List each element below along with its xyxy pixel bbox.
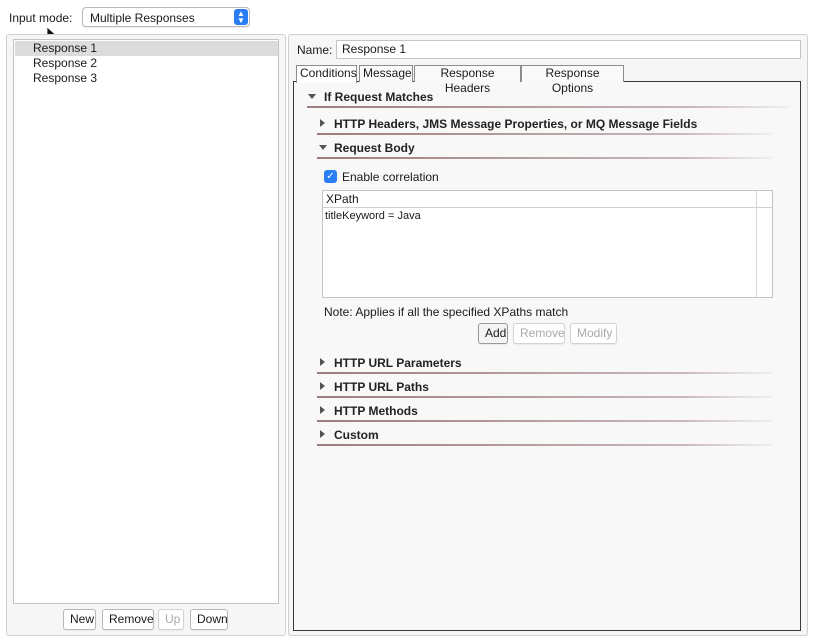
http-headers-heading[interactable]: HTTP Headers, JMS Message Properties, or… <box>334 117 697 131</box>
modify-xpath-button[interactable]: Modify <box>570 323 617 344</box>
name-label: Name: <box>297 43 333 57</box>
request-body-heading[interactable]: Request Body <box>334 141 415 155</box>
responses-list[interactable]: Response 1 Response 2 Response 3 <box>13 39 279 604</box>
expand-triangle-icon[interactable] <box>320 430 325 438</box>
section-divider <box>317 372 772 374</box>
input-mode-value: Multiple Responses <box>90 11 195 25</box>
if-request-matches-heading[interactable]: If Request Matches <box>324 90 433 104</box>
select-stepper-icon: ▲ ▼ <box>234 9 248 25</box>
input-mode-label: Input mode: <box>9 11 73 25</box>
custom-heading[interactable]: Custom <box>334 428 379 442</box>
http-url-parameters-heading[interactable]: HTTP URL Parameters <box>334 356 462 370</box>
expand-triangle-icon[interactable] <box>320 382 325 390</box>
new-button[interactable]: New <box>63 609 96 630</box>
table-row[interactable]: titleKeyword = Java <box>325 209 421 223</box>
column-separator <box>756 191 757 297</box>
xpath-note: Note: Applies if all the specified XPath… <box>324 305 569 319</box>
list-item-response-1[interactable]: Response 1 <box>15 41 278 56</box>
up-button[interactable]: Up <box>158 609 184 630</box>
remove-response-button[interactable]: Remove <box>102 609 154 630</box>
tab-response-options[interactable]: Response Options <box>521 65 624 95</box>
http-url-paths-heading[interactable]: HTTP URL Paths <box>334 380 429 394</box>
remove-xpath-button[interactable]: Remove <box>513 323 565 344</box>
xpath-table[interactable]: XPath titleKeyword = Java <box>322 190 773 298</box>
section-divider <box>317 157 772 159</box>
tab-message[interactable]: Message <box>359 65 413 82</box>
enable-correlation-checkbox[interactable]: ✓ <box>324 170 337 183</box>
input-mode-select[interactable]: Multiple Responses ▲ ▼ <box>82 7 250 27</box>
section-divider <box>317 420 772 422</box>
section-divider <box>307 106 790 108</box>
expand-triangle-icon[interactable] <box>320 358 325 366</box>
http-methods-heading[interactable]: HTTP Methods <box>334 404 418 418</box>
list-item-response-2[interactable]: Response 2 <box>15 56 278 71</box>
section-divider <box>317 444 772 446</box>
add-xpath-button[interactable]: Add <box>478 323 508 344</box>
section-divider <box>317 133 772 135</box>
list-item-response-3[interactable]: Response 3 <box>15 71 278 86</box>
name-input[interactable]: Response 1 <box>336 40 801 59</box>
tab-response-headers[interactable]: Response Headers <box>414 65 521 95</box>
expand-triangle-icon[interactable] <box>320 406 325 414</box>
down-button[interactable]: Down <box>190 609 228 630</box>
xpath-column-header[interactable]: XPath <box>323 191 772 208</box>
collapse-triangle-icon[interactable] <box>319 145 327 150</box>
enable-correlation-label: Enable correlation <box>342 170 439 184</box>
tab-conditions[interactable]: Conditions <box>296 65 357 83</box>
expand-triangle-icon[interactable] <box>320 119 325 127</box>
section-divider <box>317 396 772 398</box>
collapse-triangle-icon[interactable] <box>308 94 316 99</box>
